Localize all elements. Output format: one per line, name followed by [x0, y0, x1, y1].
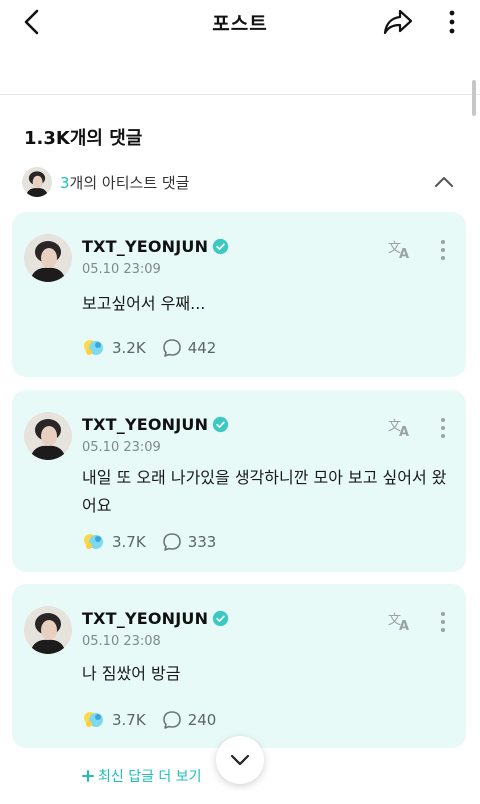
verified-icon: [213, 238, 229, 255]
reply-bubble-icon: [162, 533, 181, 551]
author-name[interactable]: TXT_YEONJUN: [82, 609, 208, 628]
comment-card: TXT_YEONJUN 05.10 23:09 文A 보고싶어서 우째... 3…: [12, 212, 466, 377]
translate-button[interactable]: 文A: [386, 414, 416, 440]
plus-icon: [82, 770, 94, 782]
share-icon: [383, 9, 413, 35]
comment-card: TXT_YEONJUN 05.10 23:08 文A 나 짐쌌어 방금 3.7K…: [12, 584, 466, 748]
author-name[interactable]: TXT_YEONJUN: [82, 237, 208, 256]
comment-stats: 3.7K 240: [82, 708, 216, 732]
like-count: 3.2K: [112, 339, 146, 357]
comment-text: 보고싶어서 우째...: [82, 294, 206, 313]
comment-text: 나 짐쌌어 방금: [82, 664, 181, 683]
reply-button[interactable]: 333: [162, 532, 217, 552]
more-vertical-icon: [441, 240, 445, 260]
translate-button[interactable]: 文A: [386, 236, 416, 262]
author-row: TXT_YEONJUN: [82, 415, 229, 434]
scroll-down-button[interactable]: [216, 736, 264, 784]
avatar[interactable]: [24, 412, 72, 460]
more-replies-label: 최신 답글 더 보기: [98, 769, 202, 785]
chevron-up-icon: [435, 177, 453, 187]
more-vertical-icon: [449, 10, 455, 34]
scrollbar[interactable]: [472, 80, 476, 116]
comment-date: 05.10 23:09: [82, 440, 161, 455]
artist-comments-label: 3개의 아티스트 댓글: [60, 174, 190, 192]
comment-more-button[interactable]: [434, 414, 452, 442]
svg-text:A: A: [399, 425, 409, 438]
artist-comments-toggle[interactable]: 3개의 아티스트 댓글: [22, 167, 462, 197]
comment-stats: 3.7K 333: [82, 530, 216, 554]
more-vertical-icon: [441, 418, 445, 438]
reply-button[interactable]: 442: [162, 338, 217, 358]
like-icon[interactable]: [82, 709, 106, 731]
share-button[interactable]: [380, 5, 416, 39]
translate-icon: 文A: [388, 241, 409, 260]
like-count: 3.7K: [112, 711, 146, 729]
svg-text:A: A: [399, 619, 409, 632]
comment-card: TXT_YEONJUN 05.10 23:09 文A 내일 또 오래 나가있을 …: [12, 390, 466, 572]
reply-bubble-icon: [162, 339, 181, 357]
like-icon[interactable]: [82, 337, 106, 359]
comment-count: 1.3K개의 댓글: [24, 128, 143, 149]
reply-count: 333: [187, 533, 217, 551]
reply-button[interactable]: 240: [162, 710, 217, 730]
svg-text:A: A: [399, 247, 409, 260]
reply-count: 240: [187, 711, 217, 729]
more-replies-link[interactable]: 최신 답글 더 보기: [82, 766, 202, 786]
author-row: TXT_YEONJUN: [82, 609, 229, 628]
avatar: [22, 167, 52, 197]
author-row: TXT_YEONJUN: [82, 237, 229, 256]
comment-more-button[interactable]: [434, 608, 452, 636]
more-vertical-icon: [441, 612, 445, 632]
verified-icon: [213, 416, 229, 433]
more-options-button[interactable]: [438, 6, 466, 38]
avatar[interactable]: [24, 234, 72, 282]
author-name[interactable]: TXT_YEONJUN: [82, 415, 208, 434]
like-count: 3.7K: [112, 533, 146, 551]
section-divider: [0, 94, 480, 95]
comment-date: 05.10 23:09: [82, 262, 161, 277]
reply-bubble-icon: [162, 711, 181, 729]
verified-icon: [213, 610, 229, 627]
comment-more-button[interactable]: [434, 236, 452, 264]
collapse-button[interactable]: [430, 169, 458, 195]
reply-count: 442: [187, 339, 217, 357]
translate-icon: 文A: [388, 613, 409, 632]
comment-stats: 3.2K 442: [82, 336, 216, 360]
comment-text: 내일 또 오래 나가있을 생각하니깐 모아 보고 싶어서 왔어요: [82, 468, 447, 515]
comment-date: 05.10 23:08: [82, 634, 161, 649]
avatar[interactable]: [24, 606, 72, 654]
top-bar: 포스트: [0, 0, 480, 44]
like-icon[interactable]: [82, 531, 106, 553]
chevron-down-icon: [230, 754, 250, 766]
translate-icon: 文A: [388, 419, 409, 438]
translate-button[interactable]: 文A: [386, 608, 416, 634]
